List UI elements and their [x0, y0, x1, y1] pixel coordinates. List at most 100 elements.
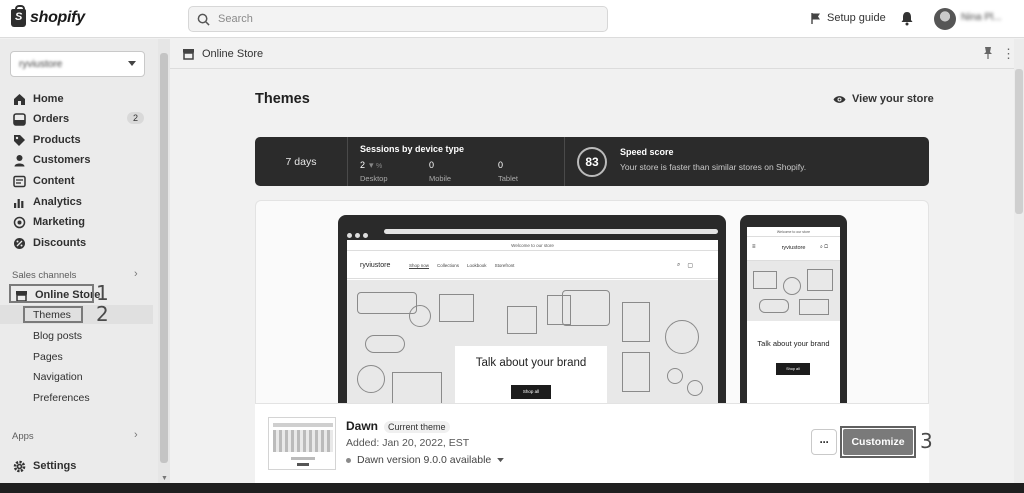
shopify-bag-icon	[11, 5, 26, 27]
mobile-hero-title: Talk about your brand	[757, 339, 830, 348]
theme-version: Dawn version 9.0.0 available	[357, 454, 492, 466]
desktop-preview[interactable]: Welcome to our store ryviustore Shop now…	[338, 215, 726, 415]
sketch-shape	[759, 299, 789, 313]
mobile-hero-image	[747, 261, 840, 321]
theme-thumbnail[interactable]	[268, 417, 336, 470]
url-bar	[384, 229, 718, 234]
sidebar-item-content[interactable]: Content	[12, 174, 75, 188]
annotation-number: 2	[96, 302, 109, 326]
sidebar-item-home[interactable]: Home	[12, 92, 64, 106]
chevron-right-icon[interactable]: ›	[134, 268, 138, 280]
more-options-icon[interactable]: ⋮	[1002, 46, 1015, 62]
store-selector[interactable]: ryviustore	[10, 51, 145, 77]
sketch-shape	[357, 292, 417, 314]
sidebar-item-marketing[interactable]: Marketing	[12, 215, 85, 229]
desktop-screen: Welcome to our store ryviustore Shop now…	[347, 240, 718, 415]
breadcrumb-label: Online Store	[202, 47, 264, 60]
announcement-bar: Welcome to our store	[747, 227, 840, 237]
sketch-shape	[507, 306, 537, 334]
sidebar-item-customers[interactable]: Customers	[12, 153, 90, 167]
top-bar: shopify Setup guide Nina Pl...	[0, 0, 1024, 38]
chevron-down-icon	[128, 61, 136, 66]
chevron-right-icon[interactable]: ›	[134, 429, 138, 441]
desktop-sessions-value: 2	[360, 160, 366, 170]
eye-icon	[833, 95, 846, 103]
scrollbar-thumb[interactable]	[160, 53, 168, 463]
notifications-button[interactable]	[900, 11, 914, 29]
date-range-button[interactable]: 7 days	[255, 137, 348, 186]
avatar[interactable]	[934, 8, 956, 30]
sidebar-subitem-blog-posts[interactable]: Blog posts	[33, 330, 82, 342]
sidebar-item-discounts[interactable]: Discounts	[12, 236, 86, 250]
scroll-down-arrow-icon[interactable]: ▼	[161, 475, 168, 482]
logo-text: shopify	[30, 9, 85, 26]
pin-icon[interactable]	[983, 47, 993, 59]
hero-title: Talk about your brand	[475, 357, 587, 369]
header-icons: ⌕ ▢	[677, 262, 693, 269]
cart-icon: ▢	[687, 263, 694, 269]
sidebar-item-analytics[interactable]: Analytics	[12, 195, 82, 209]
sidebar-item-orders[interactable]: Orders	[12, 112, 69, 126]
setup-guide-button[interactable]: Setup guide	[810, 12, 886, 24]
target-icon	[12, 215, 26, 229]
sketch-shape	[357, 365, 385, 393]
sidebar-item-label: Marketing	[33, 216, 85, 228]
annotation-number: 3	[920, 429, 933, 453]
hero-shop-button: Shop all	[511, 385, 551, 399]
sketch-shape	[622, 302, 650, 342]
sidebar-item-label: Settings	[33, 460, 77, 472]
theme-actions-button[interactable]: ···	[811, 429, 837, 455]
speed-score-title: Speed score	[620, 147, 674, 157]
sketch-shape	[667, 368, 683, 384]
sidebar-item-settings[interactable]: Settings	[12, 459, 76, 473]
menu-item: Storefront	[494, 263, 515, 268]
main-scrollbar[interactable]	[1014, 39, 1024, 483]
annotation-box-themes	[23, 306, 83, 323]
sidebar-item-products[interactable]: Products	[12, 133, 81, 147]
bell-icon	[901, 12, 913, 26]
annotation-box-online-store	[9, 284, 94, 303]
page-title: Themes	[255, 91, 310, 107]
sidebar-scrollbar[interactable]: ▼	[158, 39, 170, 483]
menu-item: Lookbook	[467, 263, 487, 268]
sidebar-item-label: Products	[33, 134, 81, 146]
customize-button-highlight[interactable]: Customize	[840, 426, 916, 458]
tablet-sessions-value: 0	[498, 160, 504, 170]
view-store-button[interactable]: View your store	[833, 93, 934, 105]
user-name[interactable]: Nina Pl...	[961, 12, 1001, 22]
theme-name: Dawn	[346, 419, 379, 433]
mobile-shop-button: Shop all	[776, 363, 810, 375]
view-store-label: View your store	[852, 93, 934, 105]
sidebar-subitem-navigation[interactable]: Navigation	[33, 371, 83, 383]
theme-added-date: Added: Jan 20, 2022, EST	[346, 437, 470, 449]
scrollbar-thumb[interactable]	[1015, 69, 1023, 214]
flag-icon	[811, 13, 820, 24]
hero-image: Talk about your brand Shop all	[347, 280, 718, 415]
shopify-logo[interactable]: shopify	[11, 5, 85, 27]
orders-count-badge: 2	[127, 112, 145, 124]
theme-version-dropdown[interactable]: Dawn version 9.0.0 available	[346, 454, 505, 466]
breadcrumb: Online Store	[182, 47, 263, 60]
sketch-shape	[562, 290, 610, 326]
menu-item: Shop now	[409, 263, 430, 268]
desktop-label: Desktop	[360, 174, 388, 183]
chevron-down-icon	[497, 457, 505, 462]
sketch-shape	[807, 269, 833, 291]
speed-score-gauge: 83	[577, 147, 607, 177]
mobile-preview[interactable]: Welcome to our store ≡ ryviustore ⌕ ▢ Ta…	[740, 215, 847, 415]
setup-guide-label: Setup guide	[827, 12, 886, 24]
mobile-header: ≡ ryviustore ⌕ ▢	[747, 237, 840, 261]
sidebar-subitem-pages[interactable]: Pages	[33, 351, 63, 363]
apps-label: Apps	[12, 431, 34, 442]
customize-button[interactable]: Customize	[843, 429, 913, 455]
current-theme-badge: Current theme	[384, 421, 450, 433]
store-header: ryviustore Shop now Collections Lookbook…	[347, 251, 718, 279]
search-bar[interactable]	[188, 6, 608, 32]
gear-icon	[12, 459, 26, 473]
sidebar-subitem-preferences[interactable]: Preferences	[33, 392, 90, 404]
trend-arrow-icon: ▾ %	[369, 160, 383, 170]
current-theme-card: Dawn Current theme Added: Jan 20, 2022, …	[255, 403, 929, 483]
bar-chart-icon	[12, 195, 26, 209]
search-input[interactable]	[218, 13, 578, 25]
sales-channels-label: Sales channels	[12, 270, 77, 281]
